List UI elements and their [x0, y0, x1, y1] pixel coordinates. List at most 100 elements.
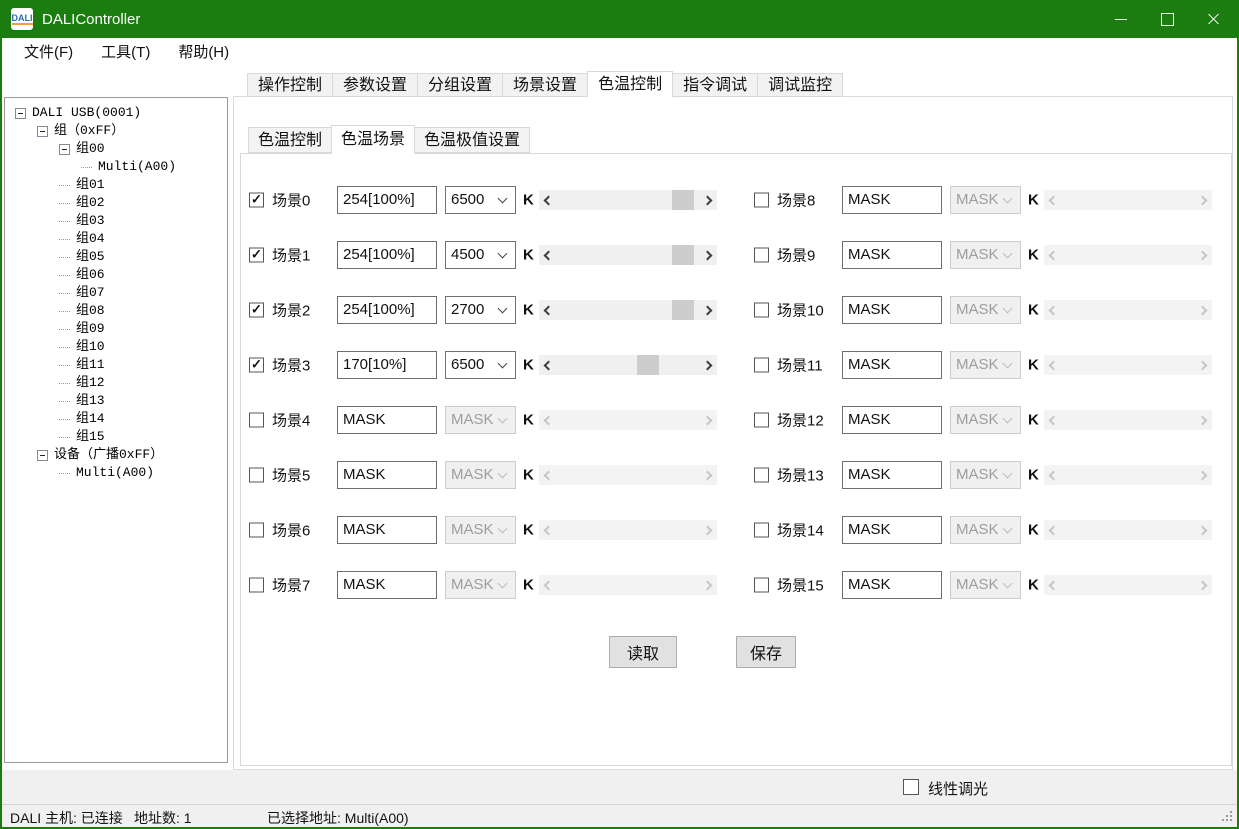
tree-item[interactable]: 组09 [5, 320, 227, 338]
scene-temp-dropdown[interactable]: MASK [445, 571, 516, 599]
chevron-right-icon[interactable] [701, 575, 717, 595]
scene-temp-dropdown[interactable]: MASK [950, 571, 1021, 599]
scrollbar-track[interactable] [1060, 245, 1196, 265]
tree-item[interactable]: 组01 [5, 176, 227, 194]
temp-scrollbar[interactable] [1044, 355, 1212, 375]
tab-分组设置[interactable]: 分组设置 [417, 73, 503, 97]
chevron-left-icon[interactable] [1044, 190, 1060, 210]
scene-level-input[interactable] [337, 241, 437, 269]
minimize-button[interactable] [1098, 2, 1144, 36]
chevron-right-icon[interactable] [701, 520, 717, 540]
scene-temp-dropdown[interactable]: 2700 [445, 296, 516, 324]
tree-item[interactable]: 组05 [5, 248, 227, 266]
minus-box-icon[interactable] [15, 108, 26, 119]
scene-checkbox[interactable] [754, 357, 769, 372]
scrollbar-track[interactable] [555, 575, 701, 595]
scrollbar-track[interactable] [555, 190, 701, 210]
scene-temp-dropdown[interactable]: MASK [950, 241, 1021, 269]
scene-checkbox[interactable] [754, 302, 769, 317]
chevron-left-icon[interactable] [539, 355, 555, 375]
read-button[interactable]: 读取 [609, 636, 677, 668]
temp-scrollbar[interactable] [1044, 575, 1212, 595]
chevron-right-icon[interactable] [1196, 190, 1212, 210]
chevron-left-icon[interactable] [539, 520, 555, 540]
chevron-right-icon[interactable] [701, 465, 717, 485]
tab-操作控制[interactable]: 操作控制 [247, 73, 333, 97]
scene-level-input[interactable] [842, 461, 942, 489]
tab-调试监控[interactable]: 调试监控 [757, 73, 843, 97]
scrollbar-thumb[interactable] [672, 190, 694, 210]
scene-temp-dropdown[interactable]: MASK [950, 461, 1021, 489]
temp-scrollbar[interactable] [1044, 465, 1212, 485]
scene-level-input[interactable] [842, 571, 942, 599]
scene-temp-dropdown[interactable]: MASK [950, 296, 1021, 324]
temp-scrollbar[interactable] [1044, 410, 1212, 430]
minus-box-icon[interactable] [37, 450, 48, 461]
scene-temp-dropdown[interactable]: MASK [950, 516, 1021, 544]
scene-temp-dropdown[interactable]: 4500 [445, 241, 516, 269]
scene-checkbox[interactable] [754, 467, 769, 482]
tab-色温控制[interactable]: 色温控制 [248, 127, 332, 153]
scrollbar-track[interactable] [555, 245, 701, 265]
menu-item[interactable]: 文件(F) [10, 38, 87, 68]
tree-item[interactable]: 组02 [5, 194, 227, 212]
scene-temp-dropdown[interactable]: MASK [950, 186, 1021, 214]
scene-level-input[interactable] [337, 571, 437, 599]
scene-level-input[interactable] [337, 296, 437, 324]
temp-scrollbar[interactable] [539, 520, 717, 540]
tree-item[interactable]: Multi(A00) [5, 464, 227, 482]
chevron-right-icon[interactable] [1196, 355, 1212, 375]
tree-item[interactable]: 组10 [5, 338, 227, 356]
temp-scrollbar[interactable] [539, 465, 717, 485]
scene-level-input[interactable] [842, 516, 942, 544]
chevron-right-icon[interactable] [1196, 465, 1212, 485]
scrollbar-thumb[interactable] [672, 245, 694, 265]
scene-level-input[interactable] [842, 296, 942, 324]
chevron-right-icon[interactable] [701, 410, 717, 430]
scrollbar-track[interactable] [555, 300, 701, 320]
temp-scrollbar[interactable] [1044, 190, 1212, 210]
scene-checkbox[interactable] [249, 467, 264, 482]
chevron-right-icon[interactable] [1196, 300, 1212, 320]
close-button[interactable] [1190, 2, 1236, 36]
scene-temp-dropdown[interactable]: MASK [950, 351, 1021, 379]
chevron-left-icon[interactable] [1044, 300, 1060, 320]
scene-checkbox[interactable] [249, 247, 264, 262]
scene-checkbox[interactable] [754, 192, 769, 207]
tab-指令调试[interactable]: 指令调试 [672, 73, 758, 97]
chevron-right-icon[interactable] [1196, 410, 1212, 430]
tree-item[interactable]: 组00 [5, 140, 227, 158]
chevron-right-icon[interactable] [701, 355, 717, 375]
scrollbar-track[interactable] [1060, 300, 1196, 320]
scene-level-input[interactable] [337, 406, 437, 434]
chevron-left-icon[interactable] [1044, 465, 1060, 485]
resize-grip-icon[interactable] [1220, 811, 1232, 823]
menu-item[interactable]: 帮助(H) [164, 38, 243, 68]
scene-temp-dropdown[interactable]: MASK [445, 406, 516, 434]
tree-item[interactable]: DALI USB(0001) [5, 104, 227, 122]
minus-box-icon[interactable] [37, 126, 48, 137]
scene-checkbox[interactable] [249, 192, 264, 207]
tree-item[interactable]: 组14 [5, 410, 227, 428]
tree-item[interactable]: 组06 [5, 266, 227, 284]
scrollbar-track[interactable] [1060, 465, 1196, 485]
scene-temp-dropdown[interactable]: 6500 [445, 186, 516, 214]
scene-level-input[interactable] [842, 351, 942, 379]
scene-level-input[interactable] [337, 516, 437, 544]
chevron-left-icon[interactable] [1044, 355, 1060, 375]
tab-色温场景[interactable]: 色温场景 [331, 125, 415, 154]
scrollbar-track[interactable] [555, 520, 701, 540]
chevron-right-icon[interactable] [701, 245, 717, 265]
scene-temp-dropdown[interactable]: MASK [445, 461, 516, 489]
tree-item[interactable]: 组13 [5, 392, 227, 410]
chevron-left-icon[interactable] [539, 190, 555, 210]
maximize-button[interactable] [1144, 2, 1190, 36]
scene-level-input[interactable] [337, 461, 437, 489]
temp-scrollbar[interactable] [539, 300, 717, 320]
scene-level-input[interactable] [842, 406, 942, 434]
scene-checkbox[interactable] [754, 247, 769, 262]
scene-checkbox[interactable] [754, 577, 769, 592]
tab-色温控制[interactable]: 色温控制 [587, 71, 673, 98]
temp-scrollbar[interactable] [539, 190, 717, 210]
chevron-left-icon[interactable] [539, 300, 555, 320]
